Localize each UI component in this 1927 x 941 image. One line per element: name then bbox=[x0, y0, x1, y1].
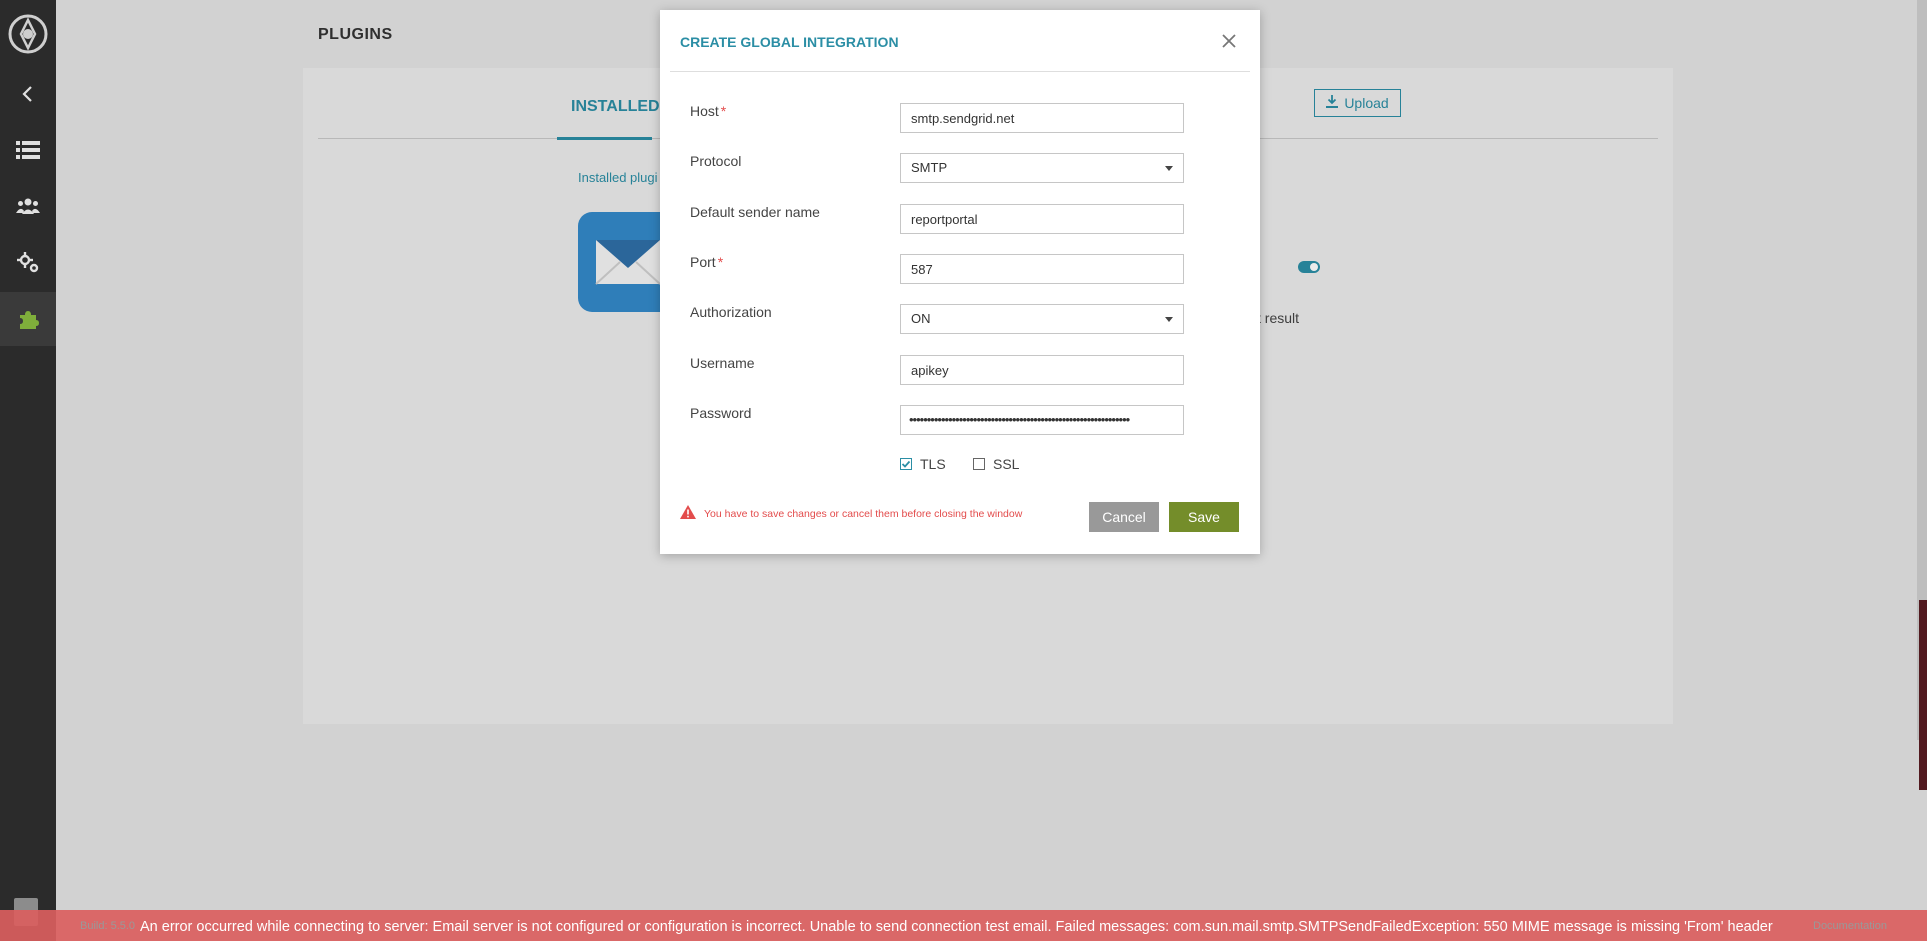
host-row: Host * bbox=[690, 103, 1190, 135]
ssl-label: SSL bbox=[993, 456, 1020, 472]
error-message: An error occurred while connecting to se… bbox=[140, 919, 1773, 935]
username-row: Username bbox=[690, 355, 1190, 387]
warning-text: You have to save changes or cancel them … bbox=[704, 507, 1023, 520]
tls-checkbox[interactable]: TLS bbox=[900, 456, 946, 472]
create-integration-modal: CREATE GLOBAL INTEGRATION Host* Protocol… bbox=[660, 10, 1260, 554]
chevron-down-icon bbox=[1165, 166, 1173, 171]
close-icon[interactable] bbox=[1218, 30, 1240, 52]
username-label: Username bbox=[690, 355, 755, 371]
unsaved-warning: You have to save changes or cancel them … bbox=[680, 505, 1022, 522]
settings-icon[interactable] bbox=[0, 236, 56, 288]
tls-label: TLS bbox=[920, 456, 946, 472]
sender-label: Default sender name bbox=[690, 204, 820, 220]
ssl-checkbox-box[interactable] bbox=[973, 458, 985, 470]
modal-title: CREATE GLOBAL INTEGRATION bbox=[680, 34, 899, 50]
cancel-button[interactable]: Cancel bbox=[1089, 502, 1159, 532]
sender-row: Default sender name bbox=[690, 204, 1190, 236]
modal-header-divider bbox=[670, 71, 1250, 72]
chevron-down-icon bbox=[1165, 317, 1173, 322]
port-label: Port * bbox=[690, 254, 724, 270]
port-row: Port * bbox=[690, 254, 1190, 286]
checkmark-icon bbox=[901, 460, 911, 468]
protocol-value: SMTP bbox=[911, 160, 948, 175]
documentation-link[interactable]: Documentation bbox=[1813, 920, 1887, 932]
tls-checkbox-box[interactable] bbox=[900, 458, 912, 470]
sender-name-input[interactable] bbox=[900, 204, 1184, 234]
protocol-select[interactable]: SMTP bbox=[900, 153, 1184, 183]
back-arrow-icon[interactable] bbox=[0, 68, 56, 120]
members-icon[interactable] bbox=[0, 180, 56, 232]
username-input[interactable] bbox=[900, 355, 1184, 385]
authorization-value: ON bbox=[911, 311, 931, 326]
password-input[interactable]: ••••••••••••••••••••••••••••••••••••••••… bbox=[900, 405, 1184, 435]
authorization-select[interactable]: ON bbox=[900, 304, 1184, 334]
protocol-label: Protocol bbox=[690, 153, 742, 169]
warning-icon bbox=[680, 505, 696, 522]
password-label: Password bbox=[690, 405, 752, 421]
ssl-checkbox[interactable]: SSL bbox=[973, 456, 1019, 472]
plugins-puzzle-icon[interactable] bbox=[0, 292, 56, 346]
error-notification[interactable]: Build: 5.5.0 An error occurred while con… bbox=[0, 910, 1927, 941]
authorization-label: Authorization bbox=[690, 304, 772, 320]
password-row: Password •••••••••••••••••••••••••••••••… bbox=[690, 405, 1190, 437]
save-button[interactable]: Save bbox=[1169, 502, 1239, 532]
launches-list-icon[interactable] bbox=[0, 124, 56, 176]
authorization-row: Authorization ON bbox=[690, 304, 1190, 336]
port-input[interactable] bbox=[900, 254, 1184, 284]
host-label: Host * bbox=[690, 103, 727, 119]
host-input[interactable] bbox=[900, 103, 1184, 133]
sidebar bbox=[0, 0, 56, 941]
build-version: Build: 5.5.0 bbox=[80, 920, 136, 932]
protocol-row: Protocol SMTP bbox=[690, 153, 1190, 185]
logo-icon[interactable] bbox=[8, 14, 48, 54]
